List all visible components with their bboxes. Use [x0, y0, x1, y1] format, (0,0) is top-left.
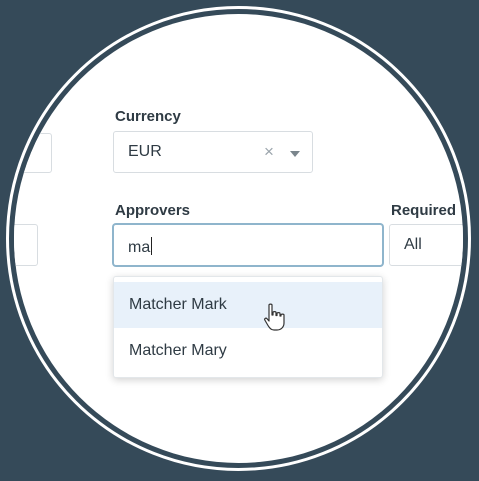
- hand-pointer-cursor-icon: [264, 303, 285, 331]
- approvers-input[interactable]: ma: [113, 224, 383, 266]
- currency-value: EUR: [128, 143, 162, 160]
- left-field-fragment-2[interactable]: [14, 224, 38, 266]
- currency-select[interactable]: EUR ×: [113, 131, 313, 173]
- form-stage: Currency EUR × Approvers ma Required All…: [14, 14, 463, 463]
- option-matcher-mary[interactable]: Matcher Mary: [114, 328, 382, 374]
- currency-label: Currency: [115, 108, 181, 125]
- zoom-circle: Currency EUR × Approvers ma Required All…: [14, 14, 463, 463]
- left-field-fragment[interactable]: [14, 133, 52, 173]
- approvers-typed-text: ma: [128, 239, 151, 256]
- approvers-dropdown: Matcher Mark Matcher Mary: [113, 276, 383, 378]
- approvers-input-value: ma: [128, 237, 153, 256]
- chevron-down-icon[interactable]: [290, 151, 300, 157]
- clear-icon[interactable]: ×: [264, 143, 274, 160]
- option-matcher-mark[interactable]: Matcher Mark: [114, 282, 382, 328]
- required-value: All: [404, 236, 422, 253]
- required-label: Required: [391, 202, 457, 219]
- approvers-label: Approvers: [115, 202, 191, 219]
- required-select[interactable]: All: [389, 224, 463, 266]
- text-caret: [151, 237, 153, 255]
